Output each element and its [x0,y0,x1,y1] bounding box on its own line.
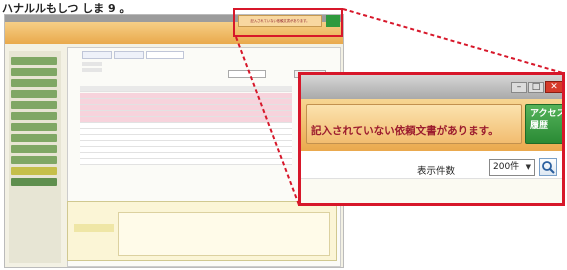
table-row[interactable] [80,159,292,165]
thumbnail-sidebar [9,51,61,263]
detail-label [74,224,114,232]
filter-label [82,62,102,66]
zoom-callout: – □ ✕ 記入されていない依頼文書があります。 アクセス 履歴 表示件数 20… [298,72,565,206]
close-icon[interactable]: ✕ [545,81,562,93]
screen-caption: ハナルルもしつ しま 9 。 [2,2,131,14]
filter-label [82,68,102,72]
sidebar-item[interactable] [11,145,57,153]
search-button[interactable] [539,158,557,176]
tab[interactable] [82,51,112,59]
tab[interactable] [114,51,144,59]
table-header-row [80,86,292,92]
access-history-label: アクセス 履歴 [530,109,565,131]
search-icon [542,161,555,174]
display-count-value: 200件 [493,162,520,172]
maximize-icon[interactable]: □ [528,82,544,93]
sidebar-item[interactable] [11,123,57,131]
thumbnail-detail-panel [67,201,337,261]
sidebar-item[interactable] [11,178,57,186]
sidebar-item[interactable] [11,167,57,175]
minimize-icon[interactable]: – [511,82,527,93]
sidebar-item[interactable] [11,134,57,142]
sidebar-item[interactable] [11,57,57,65]
sidebar-item[interactable] [11,156,57,164]
display-count-label: 表示件数 [417,166,456,177]
dropdown-arrow-icon: ▼ [525,163,531,171]
sidebar-item[interactable] [11,101,57,109]
highlight-frame [233,8,343,37]
sidebar-item[interactable] [11,68,57,76]
detail-textbox[interactable] [118,212,330,256]
sidebar-item[interactable] [11,90,57,98]
zoom-titlebar: – □ ✕ [301,75,562,99]
display-count-select[interactable]: 200件 ▼ [489,159,535,176]
sidebar-item[interactable] [11,112,57,120]
sidebar-item[interactable] [11,79,57,87]
alert-text: 記入されていない依頼文書があります。 [311,125,499,137]
zoom-content-area [301,179,562,203]
app-window-thumbnail [4,14,344,268]
filter-select[interactable] [228,70,266,78]
tab[interactable] [146,51,184,59]
